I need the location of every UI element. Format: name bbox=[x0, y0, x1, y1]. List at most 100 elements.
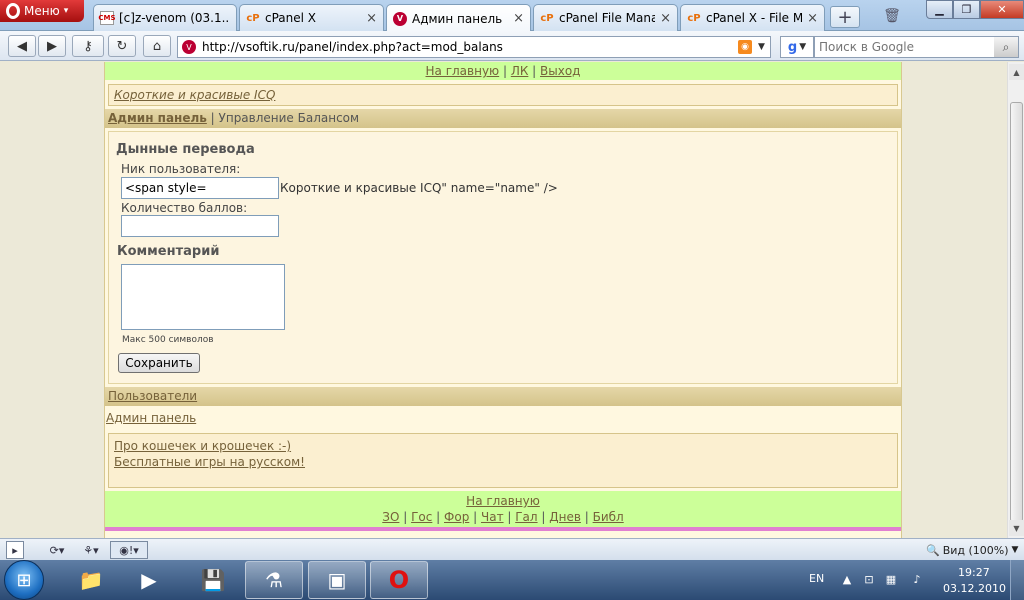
opera-turbo-icon: ◉!▾ bbox=[119, 543, 139, 557]
max-length-hint: Макс 500 символов bbox=[122, 335, 214, 345]
admin-panel-link[interactable]: Админ панель bbox=[106, 411, 196, 425]
minimize-button[interactable]: ▁ bbox=[926, 0, 953, 19]
new-tab-button[interactable]: + bbox=[830, 6, 860, 28]
scroll-down-icon[interactable]: ▼ bbox=[1009, 520, 1024, 536]
chevron-down-icon: ▾ bbox=[63, 6, 69, 16]
admin-panel-row: Админ панель bbox=[105, 406, 901, 430]
exit-link[interactable]: Выход bbox=[540, 64, 580, 78]
maximize-button[interactable]: ❐ bbox=[953, 0, 980, 19]
users-link[interactable]: Пользователи bbox=[108, 389, 197, 403]
scrollbar-thumb[interactable] bbox=[1010, 102, 1023, 522]
footer-home-link[interactable]: На главную bbox=[466, 494, 540, 508]
url-text: http://vsoftik.ru/panel/index.php?act=mo… bbox=[202, 40, 503, 54]
tab-cpanel-file-manager[interactable]: cP cPanel File Mana... × bbox=[533, 4, 678, 31]
close-tab-icon[interactable]: × bbox=[513, 11, 524, 26]
search-icon[interactable]: ⌕ bbox=[994, 37, 1018, 57]
taskbar-network-app[interactable]: ⚗ bbox=[245, 561, 303, 599]
show-desktop-button[interactable] bbox=[1010, 560, 1024, 600]
close-tab-icon[interactable]: × bbox=[807, 11, 818, 26]
sync-button[interactable]: ⟳▾ bbox=[42, 541, 72, 559]
panel-toggle-button[interactable]: ▸ bbox=[6, 541, 24, 559]
close-tab-icon[interactable]: × bbox=[660, 11, 671, 26]
key-icon: ⚷ bbox=[83, 38, 93, 54]
speed-dial-button[interactable]: ◉!▾ bbox=[110, 541, 148, 559]
vertical-scrollbar[interactable]: ▲ ▼ bbox=[1007, 62, 1024, 538]
cpanel-favicon-icon: cP bbox=[540, 12, 554, 24]
separator: | bbox=[503, 510, 516, 524]
home-button[interactable]: ⌂ bbox=[143, 35, 171, 57]
language-indicator[interactable]: EN bbox=[809, 572, 824, 585]
folder-icon: 📁 bbox=[78, 568, 104, 592]
icq-banner-link[interactable]: Короткие и красивые ICQ bbox=[114, 88, 275, 102]
save-button[interactable]: Сохранить bbox=[118, 353, 200, 373]
separator: | bbox=[528, 64, 541, 78]
transfer-form: Дынные перевода Ник пользователя: Коротк… bbox=[108, 131, 898, 384]
footer-link-dnev[interactable]: Днев bbox=[549, 510, 581, 524]
search-input[interactable] bbox=[819, 40, 994, 54]
windows-logo-icon: ⊞ bbox=[16, 569, 32, 591]
separator: | bbox=[206, 111, 219, 125]
clock-time[interactable]: 19:27 bbox=[958, 566, 990, 579]
zoom-control[interactable]: 🔍 Вид (100%) ▼ bbox=[926, 541, 1018, 559]
tray-expand-icon[interactable]: ▲ bbox=[840, 572, 854, 586]
comment-textarea[interactable] bbox=[121, 264, 285, 330]
footer-link-bibl[interactable]: Библ bbox=[593, 510, 624, 524]
tab-cpanel-x-file-manager[interactable]: cP cPanel X - File M... × bbox=[680, 4, 825, 31]
turbo-button[interactable]: ⚘▾ bbox=[78, 541, 104, 559]
tab-zvenom[interactable]: CMS [c]z-venom (03.1... bbox=[93, 4, 237, 31]
footer-link-for[interactable]: Фор bbox=[444, 510, 469, 524]
link-kittens[interactable]: Про кошечек и крошечек :-) bbox=[114, 439, 291, 453]
scroll-up-icon[interactable]: ▲ bbox=[1009, 64, 1024, 80]
footer-link-chat[interactable]: Чат bbox=[481, 510, 504, 524]
amount-input[interactable] bbox=[121, 215, 279, 237]
lk-link[interactable]: ЛК bbox=[511, 64, 529, 78]
close-tab-icon[interactable]: × bbox=[366, 11, 377, 26]
home-link[interactable]: На главную bbox=[426, 64, 500, 78]
closed-tabs-trash-button[interactable]: 🗑 bbox=[880, 5, 904, 27]
tray-volume-icon[interactable]: ♪ bbox=[910, 572, 924, 586]
back-button[interactable]: ◀ bbox=[8, 35, 36, 57]
panel-icon: ▸ bbox=[12, 543, 18, 557]
taskbar-device-app[interactable]: ▣ bbox=[308, 561, 366, 599]
search-engine-selector[interactable]: g ▼ bbox=[780, 36, 814, 58]
tab-label: [c]z-venom (03.1... bbox=[119, 11, 230, 25]
divider bbox=[105, 527, 901, 531]
top-navigation: На главную | ЛК | Выход bbox=[105, 62, 901, 80]
link-free-games[interactable]: Бесплатные игры на русском! bbox=[114, 455, 305, 469]
breadcrumb-admin-panel[interactable]: Админ панель bbox=[108, 111, 207, 125]
tray-device-icon[interactable]: ⊡ bbox=[862, 572, 876, 586]
nick-label: Ник пользователя: bbox=[121, 162, 241, 176]
taskbar-save-app[interactable]: 💾 bbox=[184, 561, 242, 599]
forward-button[interactable]: ▶ bbox=[38, 35, 66, 57]
opera-menu-button[interactable]: Меню ▾ bbox=[0, 0, 84, 22]
taskbar-media-player[interactable]: ▶ bbox=[120, 561, 178, 599]
tray-network-icon[interactable]: ▦ bbox=[884, 572, 898, 586]
start-button[interactable]: ⊞ bbox=[4, 560, 44, 600]
separator: | bbox=[499, 64, 511, 78]
zoom-label: Вид (100%) bbox=[942, 543, 1009, 557]
plus-icon: + bbox=[837, 6, 853, 28]
footer-link-gos[interactable]: Гос bbox=[411, 510, 432, 524]
home-icon: ⌂ bbox=[152, 38, 162, 54]
footer-link-gal[interactable]: Гал bbox=[515, 510, 537, 524]
taskbar-explorer[interactable]: 📁 bbox=[62, 561, 120, 599]
taskbar-opera[interactable]: O bbox=[370, 561, 428, 599]
search-field[interactable]: ⌕ bbox=[814, 36, 1019, 58]
separator: | bbox=[399, 510, 412, 524]
chevron-down-icon[interactable]: ▼ bbox=[758, 42, 770, 52]
wand-button[interactable]: ⚷ bbox=[72, 35, 104, 57]
tab-admin-panel[interactable]: V Админ панель × bbox=[386, 4, 531, 32]
close-window-button[interactable]: ✕ bbox=[980, 0, 1024, 19]
reload-button[interactable]: ↻ bbox=[108, 35, 136, 57]
page-viewport: На главную | ЛК | Выход Короткие и краси… bbox=[0, 62, 1007, 538]
nick-input[interactable] bbox=[121, 177, 279, 199]
chevron-down-icon: ▼ bbox=[1011, 545, 1019, 555]
rss-icon[interactable]: ◉ bbox=[738, 40, 752, 54]
clock-date[interactable]: 03.12.2010 bbox=[943, 582, 1006, 595]
chevron-down-icon: ▼ bbox=[799, 42, 807, 52]
address-bar[interactable]: V http://vsoftik.ru/panel/index.php?act=… bbox=[177, 36, 771, 58]
footer-link-zo[interactable]: ЗО bbox=[382, 510, 399, 524]
site-favicon-icon: V bbox=[393, 11, 407, 26]
tab-cpanel-x[interactable]: cP cPanel X × bbox=[239, 4, 384, 31]
tab-label: cPanel X - File M... bbox=[706, 11, 802, 25]
